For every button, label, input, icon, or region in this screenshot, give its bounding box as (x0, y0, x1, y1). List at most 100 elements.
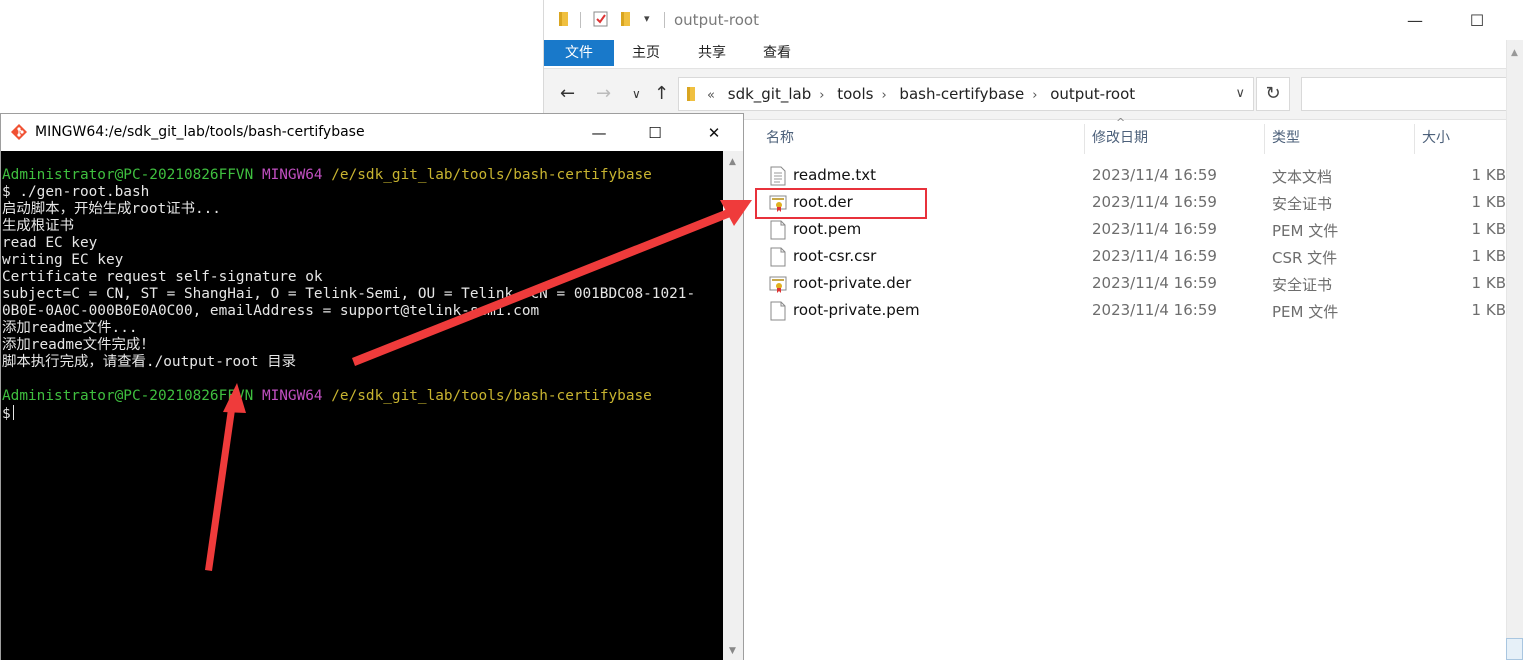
output-line: 脚本执行完成，请查看./output-root 目录 (2, 354, 296, 370)
terminal-output[interactable]: Administrator@PC-20210826FFVN MINGW64 /e… (1, 151, 723, 660)
recent-locations-dropdown-icon[interactable]: ∨ (632, 83, 641, 105)
prompt-line: Administrator@PC-20210826FFVN MINGW64 /e… (2, 388, 652, 405)
output-line: Certificate request self-signature ok (2, 269, 323, 285)
explorer-titlebar: ▾ output-root — ☐ (544, 0, 1523, 40)
breadcrumb-bash-certifybase[interactable]: bash-certifybase (899, 85, 1024, 103)
tab-view[interactable]: 查看 (755, 40, 799, 66)
prompt-user: Administrator@PC-20210826FFVN (2, 388, 254, 404)
tab-share[interactable]: 共享 (690, 40, 734, 66)
file-icon (770, 247, 786, 267)
file-date: 2023/11/4 16:59 (1092, 166, 1217, 184)
input-line[interactable]: $ (2, 405, 14, 423)
maximize-button[interactable]: ☐ (1454, 0, 1500, 40)
properties-checkmark-icon[interactable] (592, 10, 610, 28)
file-list: readme.txt 2023/11/4 16:59 文本文档 1 KB roo… (744, 162, 1523, 324)
back-arrow-icon[interactable]: ← (560, 83, 575, 105)
scroll-down-icon[interactable]: ▼ (729, 646, 736, 656)
file-icon (770, 301, 786, 321)
output-line: 生成根证书 (2, 218, 74, 234)
column-size[interactable]: 大小 (1422, 120, 1450, 156)
file-icon (770, 220, 786, 240)
folder-icon (687, 87, 695, 101)
prompt-symbol: $ (2, 184, 11, 200)
search-input[interactable] (1301, 77, 1523, 111)
output-line: writing EC key (2, 252, 124, 268)
file-date: 2023/11/4 16:59 (1092, 274, 1217, 292)
prompt-symbol: $ (2, 406, 11, 422)
address-bar[interactable]: « sdk_git_lab › tools › bash-certifybase › … (678, 77, 1254, 111)
column-date[interactable]: 修改日期 (1092, 120, 1148, 156)
column-type[interactable]: 类型 (1272, 120, 1300, 156)
file-size: 1 KB (1471, 274, 1506, 292)
chevron-right-icon[interactable]: › (1032, 88, 1037, 103)
file-type: 安全证书 (1272, 195, 1333, 213)
file-name: readme.txt (793, 166, 877, 184)
minimize-button[interactable]: — (571, 114, 627, 151)
new-folder-icon[interactable] (618, 10, 636, 28)
terminal-title: MINGW64:/e/sdk_git_lab/tools/bash-certif… (35, 124, 365, 140)
terminal-scrollbar[interactable]: ▲ ▼ (723, 151, 743, 660)
file-type: CSR 文件 (1272, 249, 1338, 267)
output-line: 添加readme文件... (2, 320, 138, 336)
prompt-line: Administrator@PC-20210826FFVN MINGW64 /e… (2, 167, 652, 184)
column-name[interactable]: 名称 (766, 120, 794, 156)
breadcrumb-sdk-git-lab[interactable]: sdk_git_lab (728, 85, 811, 103)
breadcrumb: « sdk_git_lab › tools › bash-certifybase › … (707, 78, 1143, 110)
terminal-titlebar: MINGW64:/e/sdk_git_lab/tools/bash-certif… (1, 114, 743, 151)
file-name: root-csr.csr (793, 247, 877, 265)
breadcrumb-tools[interactable]: tools (837, 85, 873, 103)
command-text: ./gen-root.bash (19, 184, 150, 200)
up-arrow-icon[interactable]: ↑ (654, 83, 669, 105)
file-row[interactable]: readme.txt 2023/11/4 16:59 文本文档 1 KB (744, 162, 1523, 189)
refresh-button[interactable]: ↻ (1256, 77, 1290, 111)
prompt-path: /e/sdk_git_lab/tools/bash-certifybase (331, 167, 652, 183)
tab-home[interactable]: 主页 (624, 40, 668, 66)
column-header: ^ 名称 修改日期 类型 大小 (744, 116, 1523, 156)
scroll-up-icon[interactable]: ▲ (1511, 48, 1518, 58)
output-line: subject=C = CN, ST = ShangHai, O = Telin… (2, 286, 696, 302)
chevron-right-icon[interactable]: › (881, 88, 886, 103)
file-date: 2023/11/4 16:59 (1092, 193, 1217, 211)
file-name: root-private.der (793, 274, 912, 292)
file-type: 文本文档 (1272, 168, 1333, 186)
chevron-right-icon[interactable]: › (819, 88, 824, 103)
scrollbar-thumb[interactable] (726, 175, 740, 649)
command-line: $ ./gen-root.bash (2, 184, 149, 201)
highlight-box-root-der (755, 188, 927, 219)
terminal-window: MINGW64:/e/sdk_git_lab/tools/bash-certif… (0, 113, 744, 660)
tab-file[interactable]: 文件 (544, 40, 614, 66)
file-size: 1 KB (1471, 220, 1506, 238)
git-diamond-icon (11, 124, 27, 140)
file-size: 1 KB (1471, 166, 1506, 184)
file-type: PEM 文件 (1272, 222, 1339, 240)
file-size: 1 KB (1471, 247, 1506, 265)
address-dropdown-icon[interactable]: ∨ (1235, 86, 1245, 101)
close-button[interactable]: ✕ (686, 114, 742, 151)
explorer-scrollbar[interactable]: ▲ (1506, 40, 1523, 660)
file-name: root.pem (793, 220, 862, 238)
resize-grip[interactable] (1506, 638, 1523, 660)
breadcrumb-output-root[interactable]: output-root (1050, 85, 1135, 103)
file-row[interactable]: root-private.pem 2023/11/4 16:59 PEM 文件 … (744, 297, 1523, 324)
breadcrumb-overflow[interactable]: « (707, 88, 715, 103)
file-name: root-private.pem (793, 301, 920, 319)
file-row[interactable]: root-private.der 2023/11/4 16:59 安全证书 1 … (744, 270, 1523, 297)
file-type: PEM 文件 (1272, 303, 1339, 321)
output-line: 添加readme文件完成！ (2, 337, 155, 353)
maximize-button[interactable]: ☐ (627, 114, 683, 151)
ribbon-tabs: 文件 主页 共享 查看 (544, 40, 1523, 68)
file-date: 2023/11/4 16:59 (1092, 301, 1217, 319)
scroll-up-icon[interactable]: ▲ (729, 157, 736, 167)
customize-toolbar-dropdown-icon[interactable]: ▾ (644, 12, 650, 25)
file-row[interactable]: root.pem 2023/11/4 16:59 PEM 文件 1 KB (744, 216, 1523, 243)
text-file-icon (770, 166, 786, 186)
minimize-button[interactable]: — (1392, 0, 1438, 40)
file-row[interactable]: root-csr.csr 2023/11/4 16:59 CSR 文件 1 KB (744, 243, 1523, 270)
output-line: 启动脚本，开始生成root证书... (2, 201, 221, 217)
forward-arrow-icon[interactable]: → (596, 83, 611, 105)
prompt-env: MINGW64 (261, 167, 323, 183)
file-type: 安全证书 (1272, 276, 1333, 294)
file-date: 2023/11/4 16:59 (1092, 220, 1217, 238)
file-date: 2023/11/4 16:59 (1092, 247, 1217, 265)
folder-icon (559, 12, 568, 26)
